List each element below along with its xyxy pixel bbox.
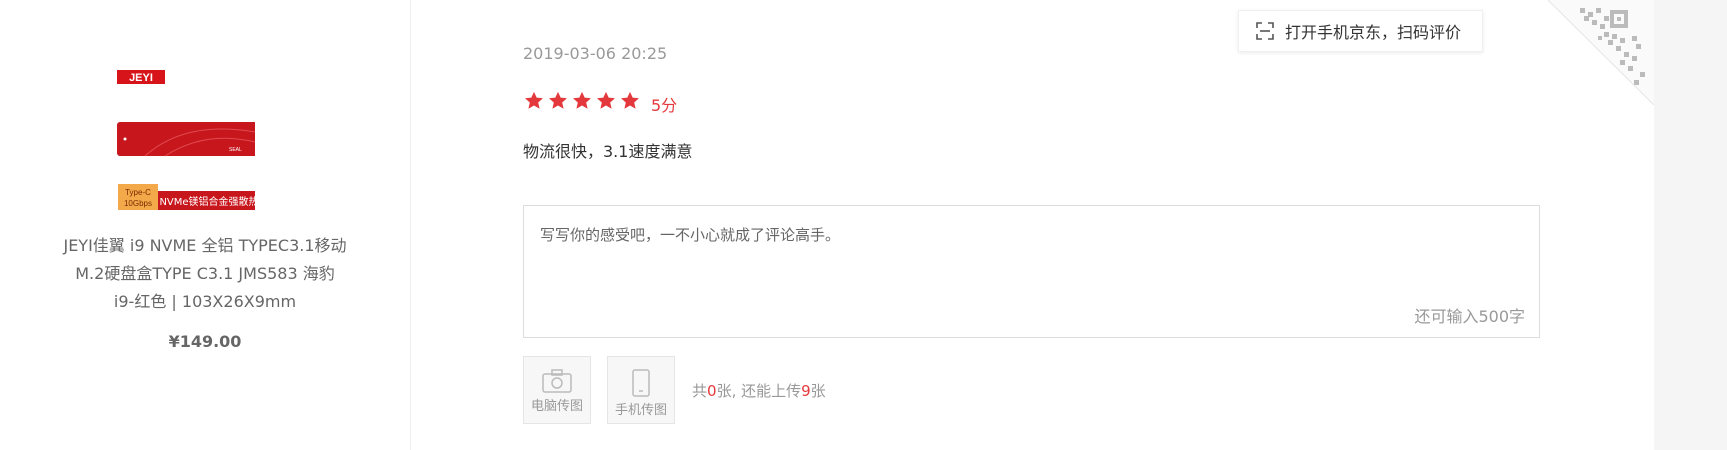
product-title-line: M.2硬盘盒TYPE C3.1 JMS583 海豹 xyxy=(75,264,335,283)
star-icon[interactable] xyxy=(619,90,641,112)
brand-logo-text: JEYI xyxy=(129,72,153,84)
svg-text:NVMe镁铝合金强散热: NVMe镁铝合金强散热 xyxy=(159,195,255,208)
char-count: 还可输入500字 xyxy=(1414,307,1525,326)
uploaded-count: 0 xyxy=(707,382,717,400)
pc-upload-label: 电脑传图 xyxy=(530,399,583,414)
star-icon[interactable] xyxy=(547,90,569,112)
pc-upload-button[interactable]: 电脑传图 xyxy=(523,356,591,424)
product-panel: JEYI SEAL Type-C 10Gbps NVMe镁铝合金强散热 JEYI… xyxy=(0,0,411,450)
phone-icon xyxy=(632,369,650,397)
textarea-placeholder: 写写你的感受吧，一不小心就成了评论高手。 xyxy=(540,226,841,244)
remaining-count: 9 xyxy=(801,382,811,400)
qr-scan-tooltip[interactable]: 打开手机京东，扫码评价 xyxy=(1238,10,1483,52)
scan-icon xyxy=(1256,22,1274,40)
camera-icon xyxy=(542,369,572,393)
qr-tooltip-text: 打开手机京东，扫码评价 xyxy=(1285,23,1462,42)
review-comment: 物流很快，3.1速度满意 xyxy=(523,142,693,161)
review-textarea[interactable]: 写写你的感受吧，一不小心就成了评论高手。 还可输入500字 xyxy=(523,205,1540,338)
star-icon[interactable] xyxy=(571,90,593,112)
star-icon[interactable] xyxy=(523,90,545,112)
qr-code-corner[interactable] xyxy=(1548,0,1654,105)
product-title[interactable]: JEYI佳翼 i9 NVME 全铝 TYPEC3.1移动 M.2硬盘盒TYPE … xyxy=(20,232,390,316)
product-image[interactable]: JEYI SEAL Type-C 10Gbps NVMe镁铝合金强散热 xyxy=(105,60,255,220)
star-icon[interactable] xyxy=(595,90,617,112)
svg-text:10Gbps: 10Gbps xyxy=(124,199,152,208)
review-timestamp: 2019-03-06 20:25 xyxy=(523,44,668,63)
star-rating[interactable] xyxy=(523,90,641,112)
mobile-upload-button[interactable]: 手机传图 xyxy=(607,356,675,424)
svg-text:Type-C: Type-C xyxy=(125,188,151,197)
product-title-line: i9-红色 | 103X26X9mm xyxy=(113,292,297,311)
product-title-line: JEYI佳翼 i9 NVME 全铝 TYPEC3.1移动 xyxy=(63,236,347,255)
right-margin xyxy=(1654,0,1727,450)
svg-text:SEAL: SEAL xyxy=(229,147,242,153)
upload-hint: 共0张, 还能上传9张 xyxy=(692,382,826,400)
product-price: ¥149.00 xyxy=(168,332,242,351)
mobile-upload-label: 手机传图 xyxy=(614,403,667,418)
score-label: 5分 xyxy=(651,96,678,115)
